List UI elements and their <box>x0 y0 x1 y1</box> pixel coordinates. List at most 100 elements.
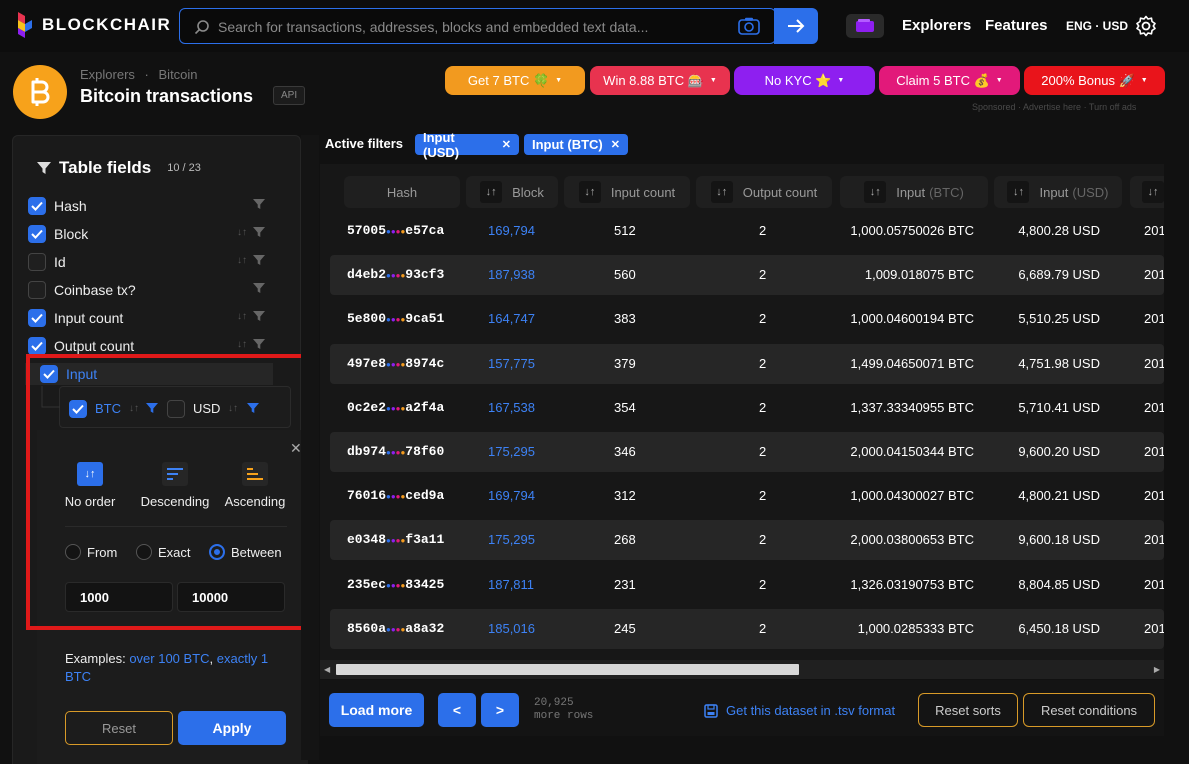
splitter[interactable] <box>301 135 319 760</box>
tsv-download-link[interactable]: Get this dataset in .tsv format <box>704 703 895 718</box>
block-link[interactable]: 187,938 <box>488 267 535 282</box>
wallet-button[interactable] <box>846 14 884 38</box>
tx-hash-link[interactable]: d4eb2●●●●93cf3 <box>347 267 444 282</box>
order-none-button[interactable]: ↓↑ No order <box>60 462 120 509</box>
block-link[interactable]: 164,747 <box>488 311 535 326</box>
horizontal-scrollbar[interactable]: ◀ ▶ <box>320 660 1164 679</box>
sort-icon[interactable]: ↓↑ <box>237 339 247 350</box>
scroll-left-icon[interactable]: ◀ <box>324 665 330 674</box>
field-hash[interactable]: Hash <box>28 195 265 217</box>
language-currency-selector[interactable]: ENG · USD <box>1066 19 1128 33</box>
block-link[interactable]: 169,794 <box>488 488 535 503</box>
sort-icon[interactable]: ↓↑ <box>237 255 247 266</box>
nav-features[interactable]: Features <box>985 17 1048 34</box>
sort-icon[interactable]: ↓↑ <box>864 181 887 203</box>
table-row[interactable]: 76016●●●●ced9a 169,794 312 2 1,000.04300027 … <box>330 476 1164 516</box>
search-submit-button[interactable] <box>774 8 818 44</box>
next-page-button[interactable]: > <box>481 693 519 727</box>
filter-icon[interactable] <box>253 254 265 266</box>
reset-button[interactable]: Reset <box>65 711 173 745</box>
checkbox-btc[interactable] <box>69 400 87 418</box>
table-row[interactable]: e0348●●●●f3a11 175,295 268 2 2,000.03800653 … <box>330 520 1164 561</box>
sort-icon[interactable]: ↓↑ <box>1142 181 1164 203</box>
field-input[interactable]: Input <box>25 363 273 385</box>
checkbox-unchecked[interactable] <box>28 281 46 299</box>
field-output-count[interactable]: Output count ↓↑ <box>28 335 265 357</box>
checkbox-usd[interactable] <box>167 400 185 418</box>
reset-sorts-button[interactable]: Reset sorts <box>918 693 1018 727</box>
load-more-button[interactable]: Load more <box>329 693 424 727</box>
search-input[interactable]: Search for transactions, addresses, bloc… <box>179 8 776 44</box>
field-coinbase[interactable]: Coinbase tx? <box>28 279 265 301</box>
tx-hash-link[interactable]: 8560a●●●●a8a32 <box>347 621 444 636</box>
filter-icon[interactable] <box>253 282 265 294</box>
promo-claim-btc[interactable]: Claim 5 BTC 💰 ▼ <box>879 66 1020 95</box>
nav-explorers[interactable]: Explorers <box>902 17 971 34</box>
apply-button[interactable]: Apply <box>178 711 286 745</box>
block-link[interactable]: 169,794 <box>488 223 535 238</box>
column-header-date[interactable]: ↓↑ <box>1130 176 1164 208</box>
prev-page-button[interactable]: < <box>438 693 476 727</box>
block-link[interactable]: 157,775 <box>488 356 535 371</box>
order-ascending-button[interactable]: Ascending <box>222 462 288 509</box>
promo-no-kyc[interactable]: No KYC ⭐ ▼ <box>734 66 875 95</box>
example-link-over-100[interactable]: over 100 BTC <box>129 651 209 666</box>
reset-conditions-button[interactable]: Reset conditions <box>1023 693 1155 727</box>
scrollbar-thumb[interactable] <box>336 664 799 675</box>
block-link[interactable]: 167,538 <box>488 400 535 415</box>
promo-win-btc[interactable]: Win 8.88 BTC 🎰 ▼ <box>590 66 730 95</box>
table-row[interactable]: 497e8●●●●8974c 157,775 379 2 1,499.04650071 … <box>330 343 1164 384</box>
column-header-input-btc[interactable]: ↓↑ Input (BTC) <box>840 176 988 208</box>
promo-get-7-btc[interactable]: Get 7 BTC 🍀 ▼ <box>445 66 585 95</box>
column-header-block[interactable]: ↓↑ Block <box>466 176 558 208</box>
column-header-input-count[interactable]: ↓↑ Input count <box>564 176 690 208</box>
tx-hash-link[interactable]: 235ec●●●●83425 <box>347 577 444 592</box>
tx-hash-link[interactable]: 0c2e2●●●●a2f4a <box>347 400 444 415</box>
filter-chip-input-btc[interactable]: Input (BTC) ✕ <box>524 134 628 155</box>
field-block[interactable]: Block ↓↑ <box>28 223 265 245</box>
block-link[interactable]: 187,811 <box>488 577 534 592</box>
tx-hash-link[interactable]: 57005●●●●e57ca <box>347 223 444 238</box>
tx-hash-link[interactable]: 76016●●●●ced9a <box>347 488 444 503</box>
camera-icon[interactable] <box>738 17 760 35</box>
sort-icon[interactable]: ↓↑ <box>578 181 601 203</box>
checkbox-checked[interactable] <box>40 365 58 383</box>
sort-icon[interactable]: ↓↑ <box>237 227 247 238</box>
checkbox-checked[interactable] <box>28 225 46 243</box>
sort-icon[interactable]: ↓↑ <box>1007 181 1030 203</box>
table-row[interactable]: 235ec●●●●83425 187,811 231 2 1,326.03190753 … <box>330 565 1164 605</box>
range-between-radio[interactable]: Between <box>209 544 282 560</box>
checkbox-unchecked[interactable] <box>28 253 46 271</box>
filter-icon[interactable] <box>253 226 265 238</box>
table-row[interactable]: d4eb2●●●●93cf3 187,938 560 2 1,009.018075 BT… <box>330 255 1164 296</box>
range-from-radio[interactable]: From <box>65 544 117 560</box>
breadcrumb-bitcoin[interactable]: Bitcoin <box>159 67 198 82</box>
close-icon[interactable]: ✕ <box>611 138 620 151</box>
table-row[interactable]: 8560a●●●●a8a32 185,016 245 2 1,000.0285333 B… <box>330 608 1164 649</box>
column-header-output-count[interactable]: ↓↑ Output count <box>696 176 832 208</box>
table-row[interactable]: db974●●●●78f60 175,295 346 2 2,000.04150344 … <box>330 432 1164 472</box>
filter-icon[interactable] <box>146 402 158 414</box>
range-to-input[interactable]: 10000 <box>177 582 285 612</box>
block-link[interactable]: 185,016 <box>488 621 535 636</box>
breadcrumb-explorers[interactable]: Explorers <box>80 67 135 82</box>
tx-hash-link[interactable]: db974●●●●78f60 <box>347 444 444 459</box>
field-id[interactable]: Id ↓↑ <box>28 251 265 273</box>
filter-icon[interactable] <box>247 402 259 414</box>
order-descending-button[interactable]: Descending <box>139 462 211 509</box>
tx-hash-link[interactable]: 497e8●●●●8974c <box>347 356 444 371</box>
column-header-input-usd[interactable]: ↓↑ Input (USD) <box>994 176 1122 208</box>
tx-hash-link[interactable]: 5e800●●●●9ca51 <box>347 311 444 326</box>
filter-icon[interactable] <box>253 310 265 322</box>
range-exact-radio[interactable]: Exact <box>136 544 191 560</box>
close-icon[interactable]: ✕ <box>502 138 511 151</box>
gear-icon[interactable] <box>1135 15 1157 37</box>
range-from-input[interactable]: 1000 <box>65 582 173 612</box>
sort-icon[interactable]: ↓↑ <box>129 403 139 414</box>
sort-icon[interactable]: ↓↑ <box>710 181 733 203</box>
sort-icon[interactable]: ↓↑ <box>480 181 503 203</box>
tx-hash-link[interactable]: e0348●●●●f3a11 <box>347 532 444 547</box>
field-input-count[interactable]: Input count ↓↑ <box>28 307 265 329</box>
sort-icon[interactable]: ↓↑ <box>228 403 238 414</box>
api-badge[interactable]: API <box>273 86 306 105</box>
